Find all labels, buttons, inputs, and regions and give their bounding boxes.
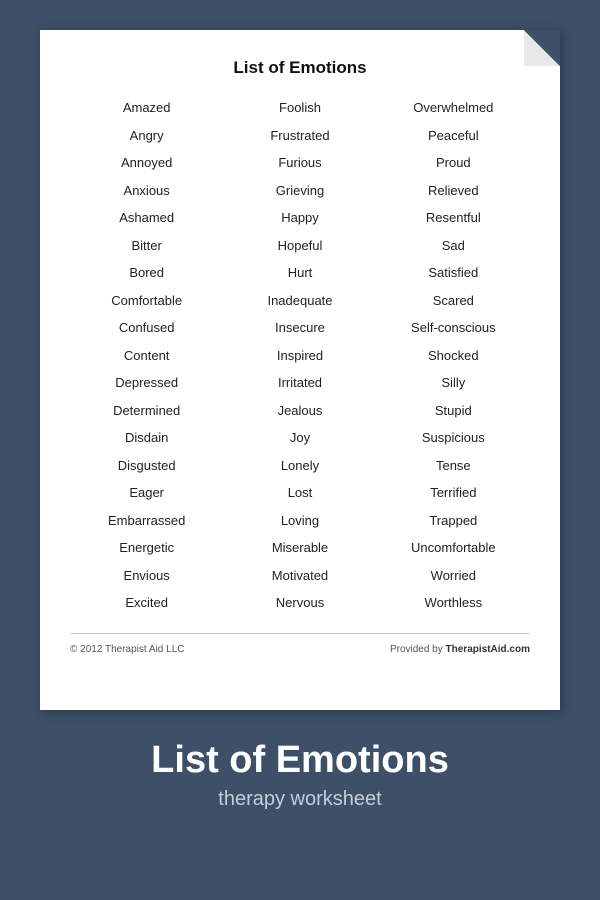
emotion-excited: Excited [70, 591, 223, 615]
emotion-lonely: Lonely [223, 454, 376, 478]
emotion-confused: Confused [70, 316, 223, 340]
emotion-relieved: Relieved [377, 179, 530, 203]
bottom-text-area: List of Emotions therapy worksheet [151, 738, 449, 811]
emotion-foolish: Foolish [223, 96, 376, 120]
outer-container: List of Emotions Amazed Foolish Overwhel… [0, 0, 600, 900]
emotion-content: Content [70, 344, 223, 368]
emotion-trapped: Trapped [377, 509, 530, 533]
emotion-depressed: Depressed [70, 371, 223, 395]
emotion-proud: Proud [377, 151, 530, 175]
emotion-motivated: Motivated [223, 564, 376, 588]
emotion-stupid: Stupid [377, 399, 530, 423]
emotion-hopeful: Hopeful [223, 234, 376, 258]
emotion-disgusted: Disgusted [70, 454, 223, 478]
emotion-insecure: Insecure [223, 316, 376, 340]
emotion-comfortable: Comfortable [70, 289, 223, 313]
emotion-loving: Loving [223, 509, 376, 533]
emotion-annoyed: Annoyed [70, 151, 223, 175]
emotion-tense: Tense [377, 454, 530, 478]
paper-document: List of Emotions Amazed Foolish Overwhel… [40, 30, 560, 710]
emotion-grieving: Grieving [223, 179, 376, 203]
footer-brand: Provided by TherapistAid.com [390, 644, 530, 655]
emotion-inspired: Inspired [223, 344, 376, 368]
emotion-shocked: Shocked [377, 344, 530, 368]
emotion-determined: Determined [70, 399, 223, 423]
emotion-inadequate: Inadequate [223, 289, 376, 313]
footer-copyright: © 2012 Therapist Aid LLC [70, 644, 184, 655]
emotion-silly: Silly [377, 371, 530, 395]
emotion-eager: Eager [70, 481, 223, 505]
emotion-peaceful: Peaceful [377, 124, 530, 148]
emotion-amazed: Amazed [70, 96, 223, 120]
emotion-miserable: Miserable [223, 536, 376, 560]
paper-footer: © 2012 Therapist Aid LLC Provided by The… [70, 633, 530, 655]
emotion-nervous: Nervous [223, 591, 376, 615]
bottom-subtitle: therapy worksheet [151, 788, 449, 811]
emotion-joy: Joy [223, 426, 376, 450]
emotion-uncomfortable: Uncomfortable [377, 536, 530, 560]
footer-provided-by: Provided by [390, 644, 446, 655]
emotion-irritated: Irritated [223, 371, 376, 395]
paper-title: List of Emotions [70, 58, 530, 78]
emotion-bitter: Bitter [70, 234, 223, 258]
emotion-anxious: Anxious [70, 179, 223, 203]
emotion-overwhelmed: Overwhelmed [377, 96, 530, 120]
emotion-hurt: Hurt [223, 261, 376, 285]
emotion-angry: Angry [70, 124, 223, 148]
emotion-energetic: Energetic [70, 536, 223, 560]
emotion-self-conscious: Self-conscious [377, 316, 530, 340]
emotion-lost: Lost [223, 481, 376, 505]
emotion-worthless: Worthless [377, 591, 530, 615]
emotion-disdain: Disdain [70, 426, 223, 450]
emotion-worried: Worried [377, 564, 530, 588]
emotion-jealous: Jealous [223, 399, 376, 423]
emotion-envious: Envious [70, 564, 223, 588]
emotion-scared: Scared [377, 289, 530, 313]
emotion-frustrated: Frustrated [223, 124, 376, 148]
emotion-happy: Happy [223, 206, 376, 230]
bottom-title: List of Emotions [151, 738, 449, 784]
emotion-embarrassed: Embarrassed [70, 509, 223, 533]
emotion-satisfied: Satisfied [377, 261, 530, 285]
emotion-sad: Sad [377, 234, 530, 258]
emotion-resentful: Resentful [377, 206, 530, 230]
emotion-ashamed: Ashamed [70, 206, 223, 230]
emotion-bored: Bored [70, 261, 223, 285]
emotion-terrified: Terrified [377, 481, 530, 505]
footer-brand-name: TherapistAid.com [446, 644, 530, 655]
emotions-grid: Amazed Foolish Overwhelmed Angry Frustra… [70, 96, 530, 615]
emotion-suspicious: Suspicious [377, 426, 530, 450]
emotion-furious: Furious [223, 151, 376, 175]
